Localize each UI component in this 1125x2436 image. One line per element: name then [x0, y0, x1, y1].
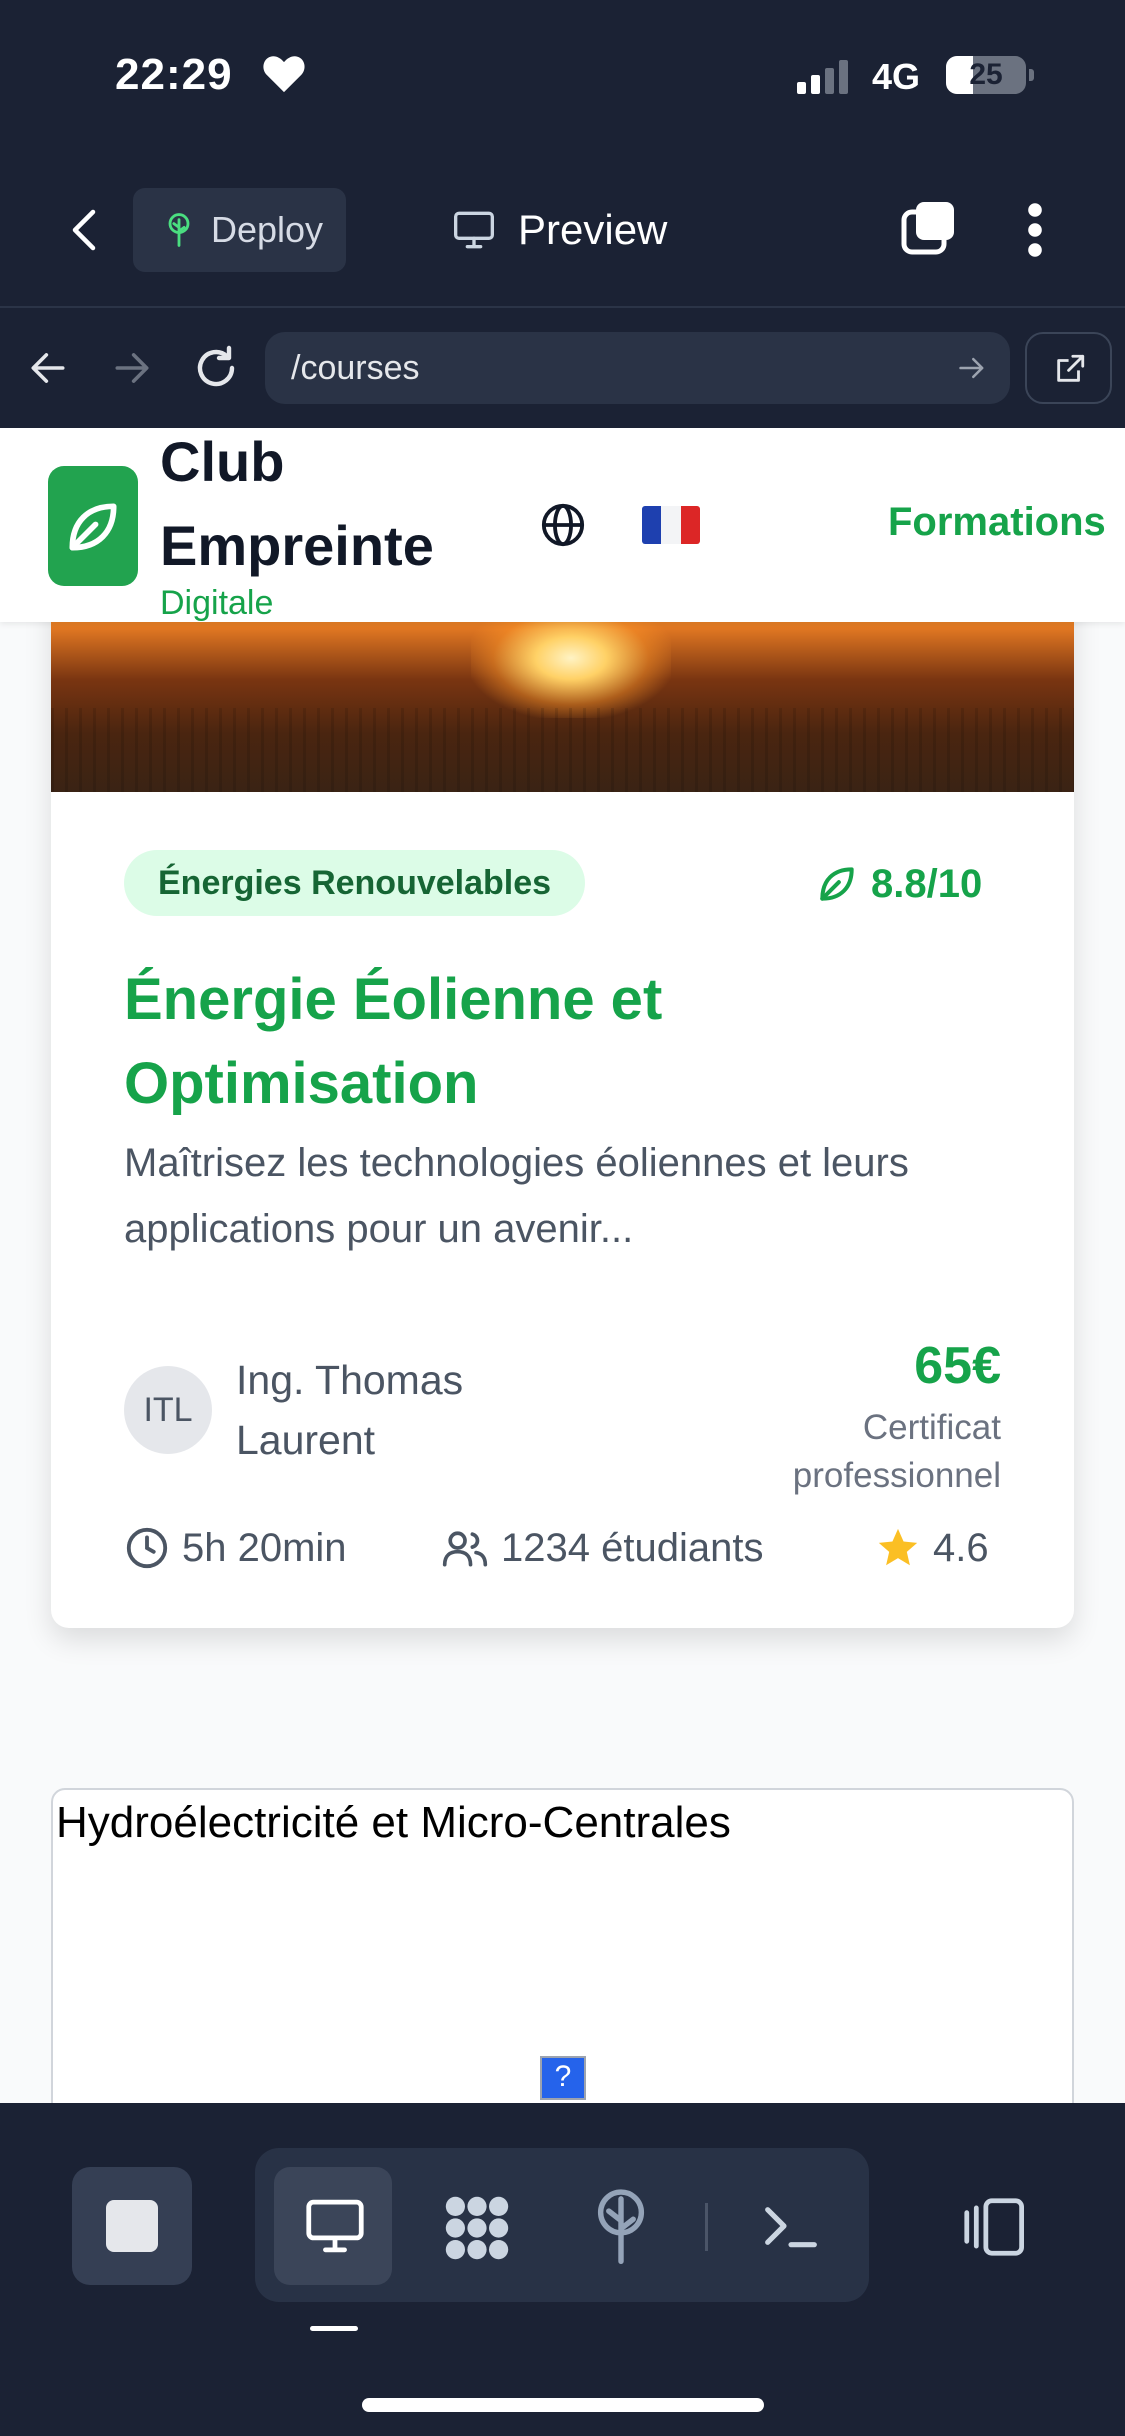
external-link-icon: [1053, 352, 1087, 386]
course-description: Maîtrisez les technologies éoliennes et …: [124, 1141, 909, 1251]
network-type: 4G: [872, 56, 921, 97]
signal-icon: [797, 60, 857, 94]
preview-button[interactable]: Preview: [452, 198, 667, 262]
home-indicator[interactable]: [362, 2398, 764, 2412]
desktop-icon: [304, 2197, 366, 2255]
course-title[interactable]: Énergie Éolienne et Optimisation: [124, 958, 1004, 1126]
tabs-icon[interactable]: [898, 198, 958, 258]
arrow-right-icon[interactable]: [112, 350, 152, 386]
url-input[interactable]: /courses: [265, 332, 1010, 404]
certificate-label: Certificat professionnel: [792, 1408, 1001, 1495]
brand-name: Club: [160, 430, 285, 493]
battery-icon: 25: [946, 56, 1034, 94]
duration: 5h 20min: [124, 1518, 347, 1578]
leaf-icon: [815, 862, 859, 906]
rating: 4.6: [875, 1518, 989, 1578]
eco-score-value: 8.8/10: [871, 861, 983, 906]
stop-icon: [106, 2200, 158, 2252]
eco-score: 8.8/10: [815, 854, 982, 914]
broken-image-icon: ?: [540, 2056, 586, 2100]
heart-icon: [262, 54, 306, 94]
duration-text: 5h 20min: [182, 1525, 347, 1570]
deploy-label: Deploy: [211, 209, 324, 250]
preview-label: Preview: [518, 206, 668, 253]
brand-tagline: Digitale: [160, 584, 274, 622]
deploy-button[interactable]: Deploy: [133, 188, 346, 272]
star-icon: [875, 1525, 921, 1571]
instructor-name: Ing. Thomas Laurent: [236, 1357, 464, 1463]
monitor-icon: [452, 210, 496, 250]
go-icon[interactable]: [956, 354, 988, 382]
device-icon[interactable]: [958, 2196, 1028, 2258]
course-title[interactable]: Hydroélectricité et Micro-Centrales: [56, 1798, 731, 1848]
brand-name: Empreinte: [160, 514, 434, 577]
divider: [705, 2203, 708, 2251]
french-flag-icon[interactable]: [642, 506, 700, 544]
site-header: Club Empreinte Digitale Formations: [0, 428, 1125, 622]
clock-icon: [124, 1525, 170, 1571]
logo[interactable]: [48, 466, 138, 586]
course-card[interactable]: Énergies Renouvelables 8.8/10 Énergie Éo…: [51, 558, 1074, 1628]
course-price: 65€: [914, 1337, 1001, 1395]
status-time: 22:29: [115, 50, 233, 99]
tree-icon: [163, 212, 195, 248]
apps-icon[interactable]: [440, 2192, 514, 2264]
more-icon[interactable]: [1020, 200, 1050, 260]
active-tab-indicator: [310, 2326, 358, 2331]
url-text: /courses: [291, 348, 420, 387]
deploy-icon[interactable]: [588, 2188, 654, 2264]
reload-icon[interactable]: [192, 344, 240, 392]
avatar: ITL: [124, 1366, 212, 1454]
battery-level: 25: [969, 58, 1003, 91]
users-icon: [441, 1525, 489, 1571]
external-link-button[interactable]: [1025, 332, 1112, 404]
students-text: 1234 étudiants: [501, 1525, 764, 1570]
students: 1234 étudiants: [441, 1518, 763, 1578]
terminal-icon[interactable]: [760, 2198, 822, 2254]
desktop-tab[interactable]: [274, 2167, 392, 2285]
arrow-left-icon[interactable]: [28, 350, 68, 386]
leaf-icon: [62, 496, 124, 558]
rating-text: 4.6: [933, 1525, 989, 1570]
back-icon[interactable]: [66, 206, 102, 254]
globe-icon[interactable]: [540, 502, 586, 548]
category-badge: Énergies Renouvelables: [124, 850, 586, 916]
nav-link-formations[interactable]: Formations: [888, 500, 1106, 545]
web-page: Énergies Renouvelables 8.8/10 Énergie Éo…: [0, 428, 1125, 2103]
